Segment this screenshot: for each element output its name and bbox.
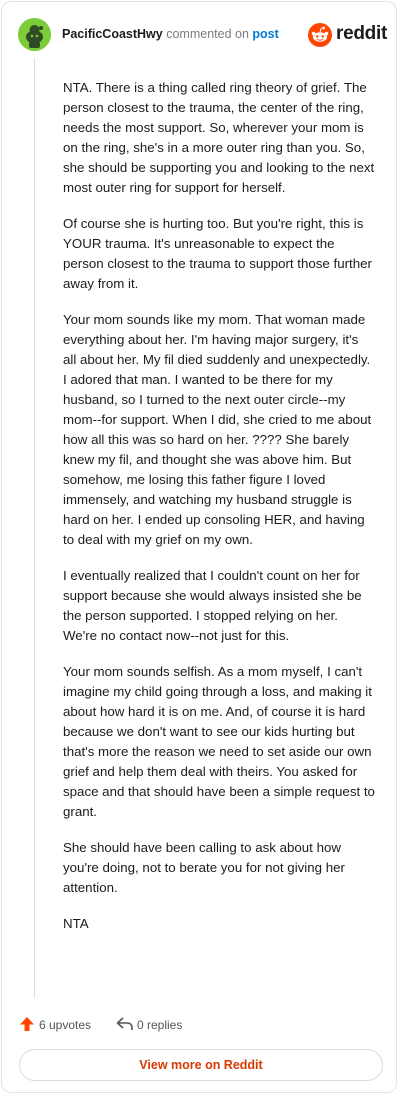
upvote-count: 6 upvotes [39, 1018, 92, 1032]
comment-paragraph: Of course she is hurting too. But you're… [63, 216, 372, 291]
comment-paragraph: Your mom sounds selfish. As a mom myself… [63, 664, 375, 819]
reddit-wordmark: reddit [336, 23, 387, 44]
comment-paragraph: NTA [63, 916, 89, 931]
author-name[interactable]: PacificCoastHwy [62, 27, 163, 41]
reddit-logo[interactable]: reddit [308, 21, 387, 49]
comment-paragraph: Your mom sounds like my mom. That woman … [63, 312, 372, 547]
reply-icon[interactable] [116, 1017, 134, 1031]
view-more-button[interactable]: View more on Reddit [19, 1049, 383, 1081]
author-line: PacificCoastHwy commented on post [62, 27, 279, 41]
comment-body: NTA. There is a thing called ring theory… [63, 78, 375, 950]
post-link[interactable]: post [252, 27, 278, 41]
comment-actions: 6 upvotes 0 replies [19, 1014, 319, 1036]
upvote-arrow-icon[interactable] [19, 1016, 35, 1032]
action-text: commented on [166, 27, 249, 41]
reddit-logo-icon [308, 23, 332, 47]
comment-paragraph: I eventually realized that I couldn't co… [63, 568, 362, 643]
reply-count[interactable]: 0 replies [137, 1018, 182, 1032]
comment-card: PacificCoastHwy commented on post reddit… [1, 1, 397, 1093]
comment-header: PacificCoastHwy commented on post reddit [18, 18, 387, 52]
snoo-avatar-icon[interactable] [18, 18, 51, 51]
thread-line [34, 58, 35, 998]
comment-paragraph: NTA. There is a thing called ring theory… [63, 80, 375, 195]
comment-paragraph: She should have been calling to ask abou… [63, 840, 345, 895]
